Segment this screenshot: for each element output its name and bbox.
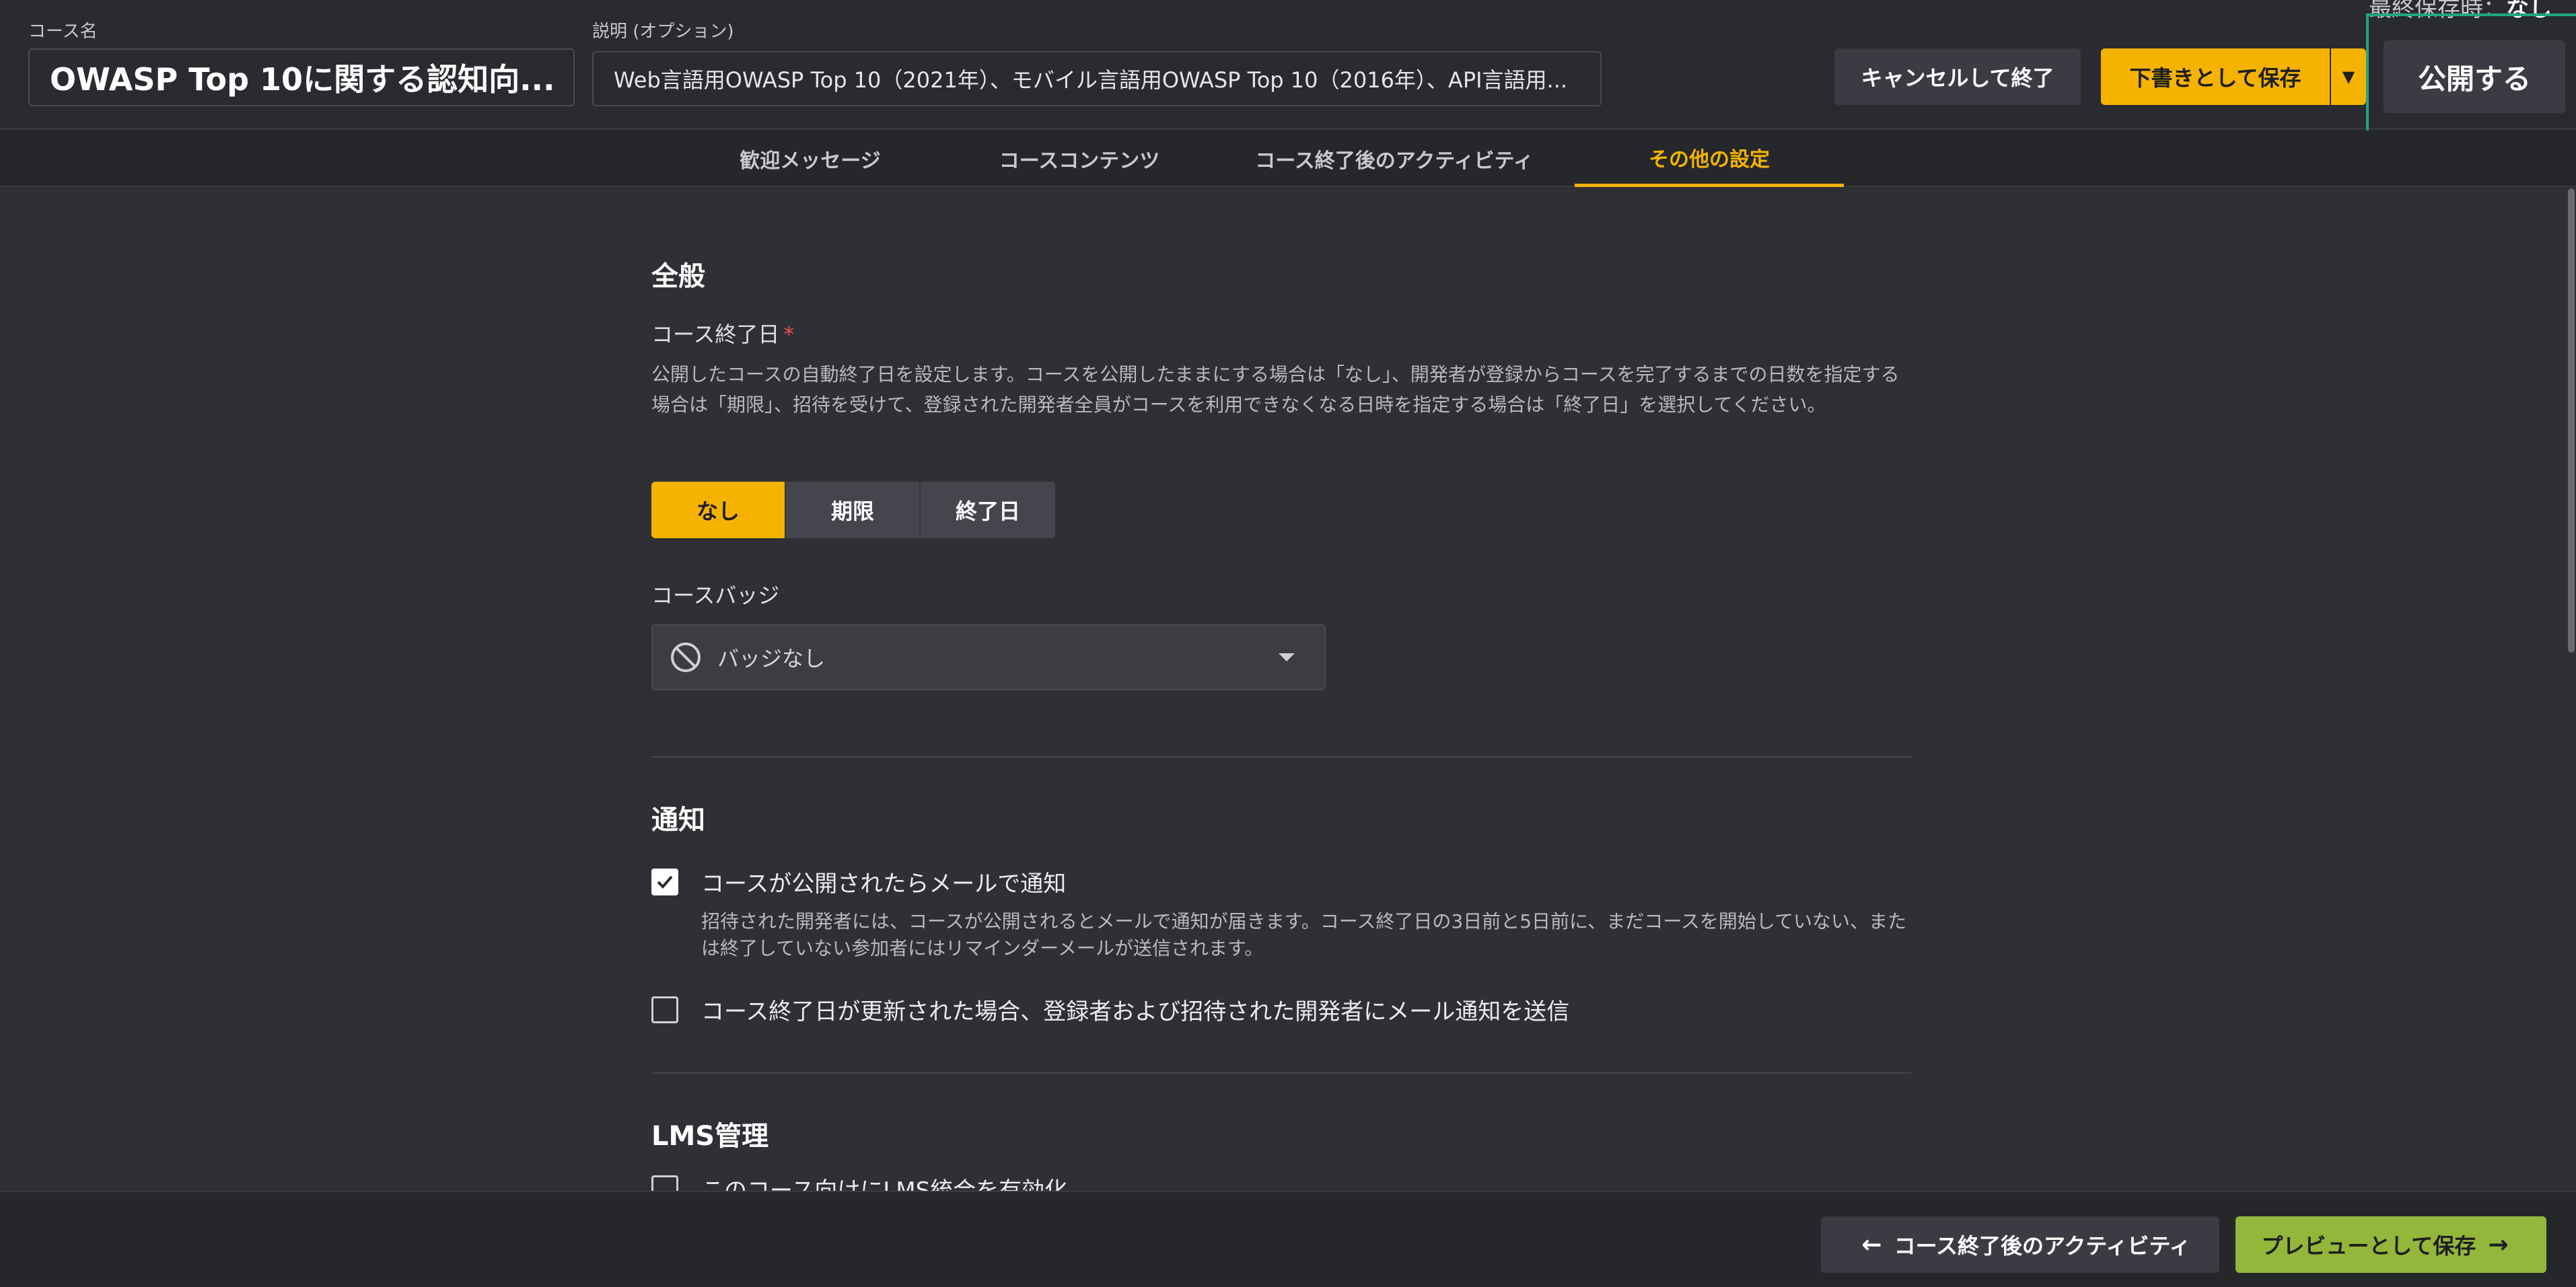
save-draft-button[interactable]: 下書きとして保存 — [2101, 48, 2330, 105]
description-value: Web言語用OWASP Top 10（2021年）、モバイル言語用OWASP T… — [614, 67, 1568, 93]
course-badge-label: コースバッジ — [651, 583, 780, 608]
cancel-and-exit-button[interactable]: キャンセルして終了 — [1834, 48, 2081, 105]
notify-published-checkbox[interactable] — [651, 868, 678, 895]
preview-button-label: プレビューとして保存 — [2261, 1233, 2476, 1259]
tab-bar: 歓迎メッセージ コースコンテンツ コース終了後のアクティビティ その他の設定 — [0, 131, 2576, 187]
editor-header: コース名 OWASP Top 10に関する認知向... 説明 (オプション) W… — [0, 0, 2576, 136]
back-to-post-course-activity-button[interactable]: ← コース終了後のアクティビティ — [1821, 1216, 2219, 1273]
save-options-dropdown[interactable]: ▼ — [2331, 48, 2366, 105]
chevron-down-icon: ▼ — [2342, 67, 2355, 86]
course-name-label: コース名 — [28, 22, 98, 42]
publish-button[interactable]: 公開する — [2384, 40, 2565, 113]
general-section-title: 全般 — [651, 261, 705, 292]
lms-enable-checkbox[interactable] — [651, 1175, 678, 1191]
back-button-label: コース終了後のアクティビティ — [1894, 1233, 2191, 1259]
editor-footer: ← コース終了後のアクティビティ プレビューとして保存 → — [0, 1191, 2576, 1287]
lms-section-title: LMS管理 — [651, 1121, 769, 1152]
arrow-right-icon: → — [2488, 1230, 2509, 1259]
lms-enable-label: このコース向けにLMS統合を有効化 — [701, 1177, 1068, 1191]
notify-end-date-label: コース終了日が更新された場合、登録者および招待された開発者にメール通知を送信 — [701, 998, 1570, 1025]
arrow-left-icon: ← — [1861, 1230, 1882, 1259]
checkmark-icon — [657, 875, 673, 889]
end-date-segmented-control: なし 期限 終了日 — [651, 482, 1055, 538]
end-date-option-deadline[interactable]: 期限 — [786, 482, 921, 538]
scrollbar-thumb[interactable] — [2568, 188, 2575, 653]
notify-end-date-checkbox[interactable] — [651, 996, 678, 1023]
save-as-preview-button[interactable]: プレビューとして保存 → — [2235, 1216, 2546, 1273]
no-entry-icon — [671, 642, 701, 672]
description-label: 説明 (オプション) — [592, 22, 734, 42]
section-divider — [651, 756, 1911, 758]
notify-published-help: 招待された開発者には、コースが公開されるとメールで通知が届きます。コース終了日の… — [701, 910, 1906, 959]
end-date-option-end-date[interactable]: 終了日 — [921, 482, 1055, 538]
notifications-section-title: 通知 — [651, 805, 705, 836]
chevron-down-icon — [1279, 653, 1295, 661]
description-input[interactable]: Web言語用OWASP Top 10（2021年）、モバイル言語用OWASP T… — [592, 51, 1602, 106]
notify-published-checkbox-row[interactable]: コースが公開されたらメールで通知 — [651, 865, 1066, 898]
course-end-date-help: 公開したコースの自動終了日を設定します。コースを公開したままにする場合は「なし」… — [651, 363, 1900, 416]
settings-content: 全般 コース終了日 * 公開したコースの自動終了日を設定します。コースを公開したま… — [0, 188, 2576, 1191]
tab-post-course-activity[interactable]: コース終了後のアクティビティ — [1214, 131, 1575, 187]
section-divider — [651, 1072, 1911, 1074]
notify-published-label: コースが公開されたらメールで通知 — [701, 871, 1067, 897]
course-name-input[interactable]: OWASP Top 10に関する認知向... — [28, 48, 575, 106]
course-end-date-label-text: コース終了日 — [651, 322, 780, 347]
notify-end-date-checkbox-row[interactable]: コース終了日が更新された場合、登録者および招待された開発者にメール通知を送信 — [651, 993, 1569, 1026]
content-scrollbar[interactable] — [2567, 188, 2576, 1191]
course-badge-select[interactable]: バッジなし — [651, 624, 1326, 690]
tab-welcome-message[interactable]: 歓迎メッセージ — [676, 131, 945, 187]
lms-enable-checkbox-row[interactable]: このコース向けにLMS統合を有効化 — [651, 1172, 1067, 1191]
course-end-date-label: コース終了日 * — [651, 318, 794, 348]
tab-other-settings[interactable]: その他の設定 — [1575, 131, 1844, 187]
required-mark: * — [783, 322, 795, 347]
tab-course-content[interactable]: コースコンテンツ — [945, 131, 1214, 187]
course-badge-value: バッジなし — [717, 646, 826, 671]
end-date-option-none[interactable]: なし — [651, 482, 786, 538]
